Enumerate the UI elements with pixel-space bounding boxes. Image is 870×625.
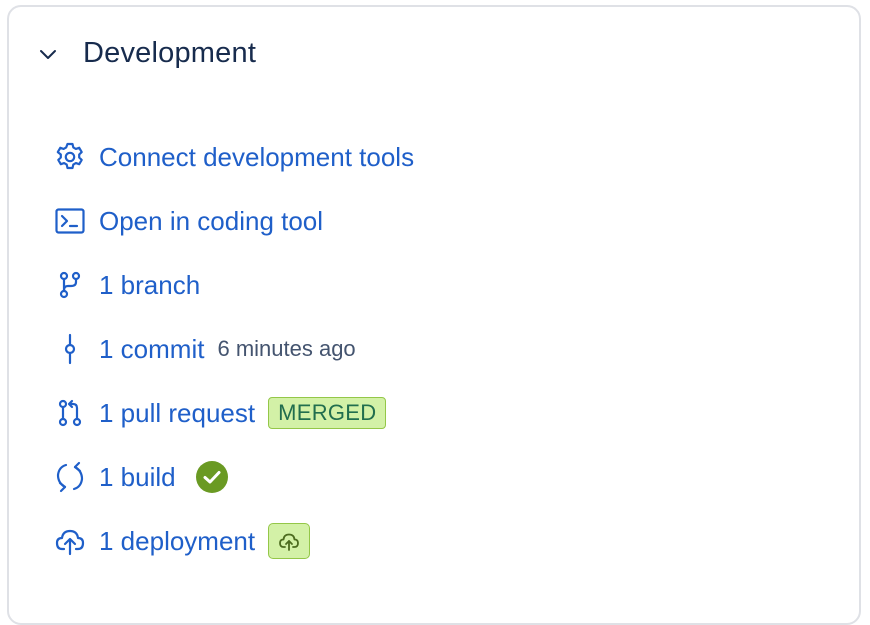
deployment-icon	[53, 524, 87, 558]
development-panel: Development Connect development tools Op…	[7, 5, 861, 625]
pull-request-icon	[53, 396, 87, 430]
list-item-pull-request: 1 pull request MERGED	[53, 381, 414, 445]
list-item-build: 1 build	[53, 445, 414, 509]
commit-link[interactable]: 1 commit	[99, 334, 204, 365]
pull-request-link[interactable]: 1 pull request	[99, 398, 255, 429]
build-icon	[53, 460, 87, 494]
build-link[interactable]: 1 build	[99, 462, 176, 493]
open-in-coding-tool-link[interactable]: Open in coding tool	[99, 206, 323, 237]
success-check-icon	[195, 461, 228, 493]
terminal-icon	[53, 204, 87, 238]
deployment-link[interactable]: 1 deployment	[99, 526, 255, 557]
list-item-commit: 1 commit 6 minutes ago	[53, 317, 414, 381]
connect-development-tools-link[interactable]: Connect development tools	[99, 142, 414, 173]
deployment-status-badge	[268, 523, 311, 559]
branch-icon	[53, 268, 87, 302]
cloud-upload-icon	[277, 529, 301, 553]
commit-icon	[53, 332, 87, 366]
chevron-down-icon[interactable]	[37, 43, 59, 65]
list-item-open-coding-tool: Open in coding tool	[53, 189, 414, 253]
list-item-connect-tools: Connect development tools	[53, 125, 414, 189]
development-section-header[interactable]: Development	[37, 37, 256, 70]
development-items-list: Connect development tools Open in coding…	[53, 125, 414, 573]
gear-icon	[53, 140, 87, 174]
commit-timestamp: 6 minutes ago	[217, 336, 356, 361]
branch-link[interactable]: 1 branch	[99, 270, 200, 301]
section-title: Development	[83, 37, 257, 69]
merged-status-badge: MERGED	[268, 397, 387, 429]
list-item-deployment: 1 deployment	[53, 509, 414, 573]
list-item-branch: 1 branch	[53, 253, 414, 317]
